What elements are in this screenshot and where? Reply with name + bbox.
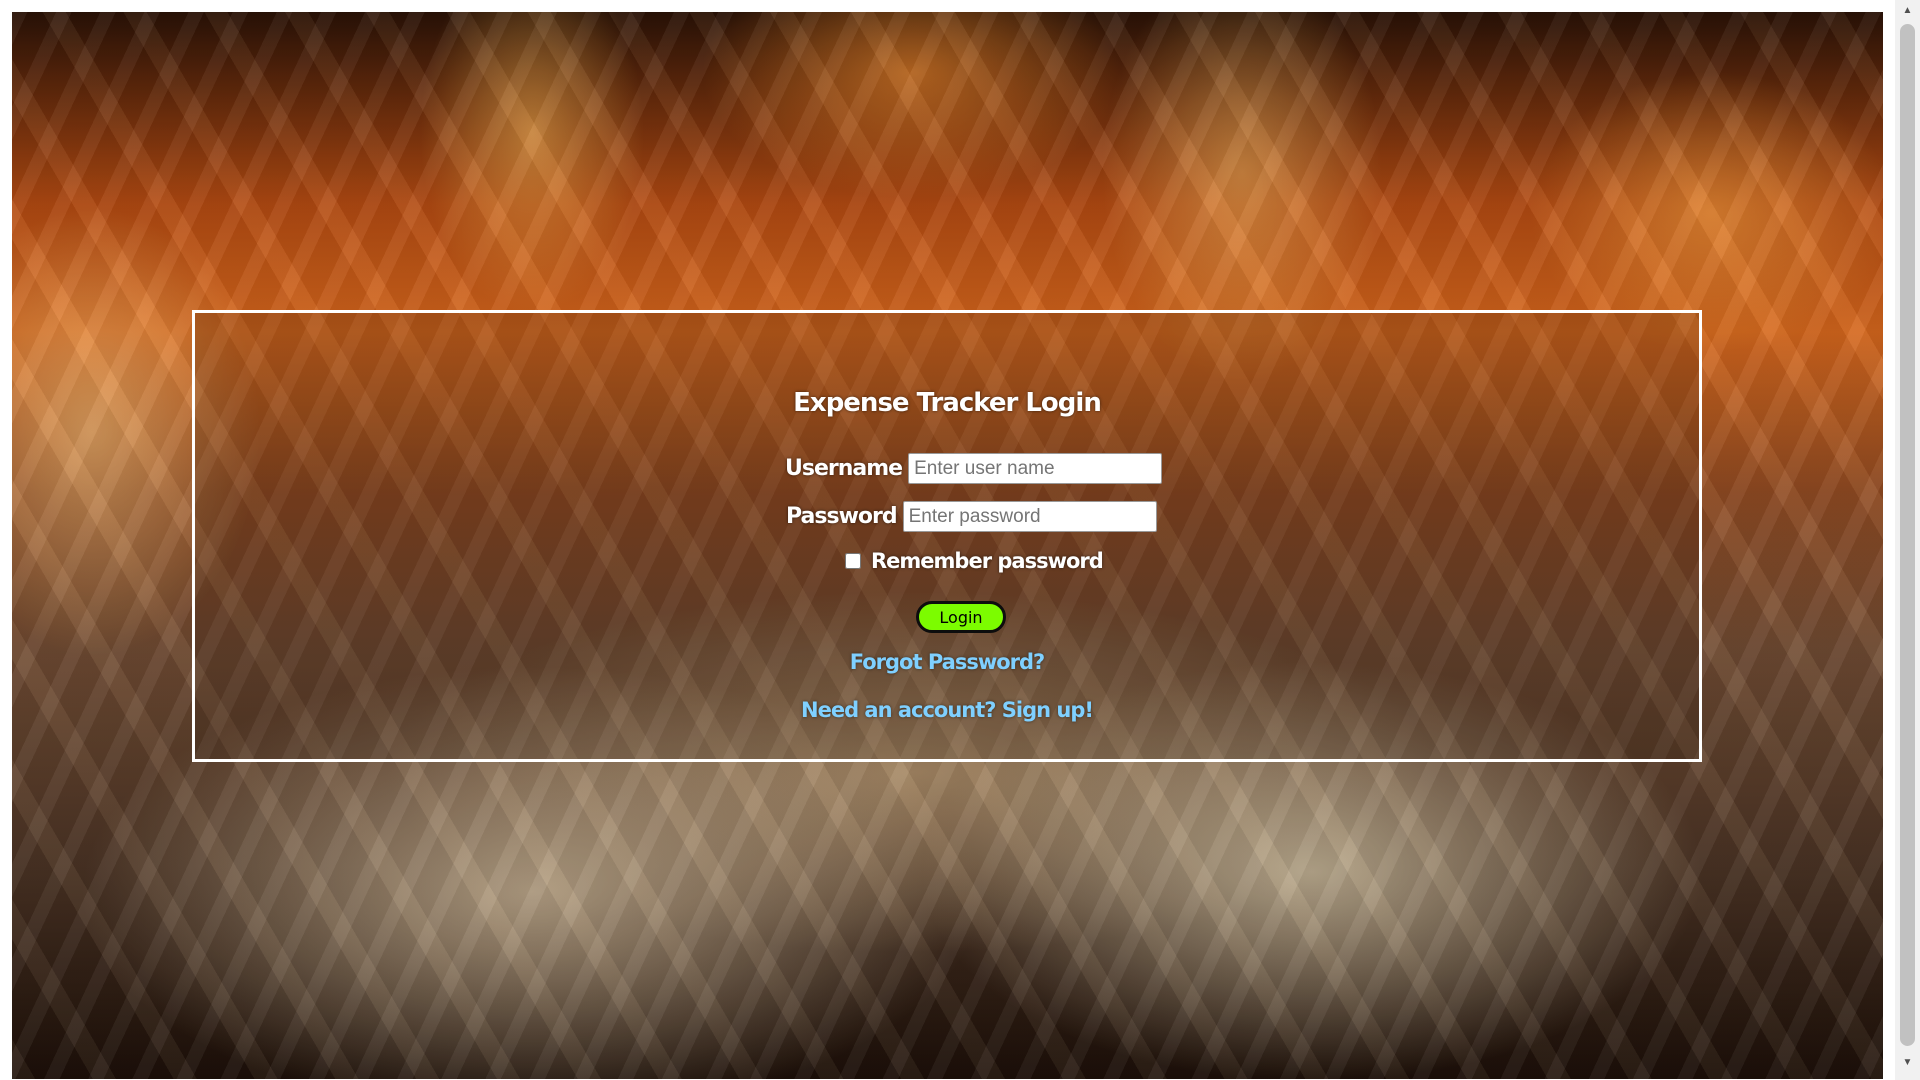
chevron-up-icon[interactable]: ▲: [1895, 0, 1920, 22]
password-label: Password: [786, 504, 898, 529]
remember-password-label: Remember password: [871, 549, 1104, 573]
username-row: Username: [785, 453, 1163, 484]
remember-password-checkbox[interactable]: [845, 553, 861, 569]
username-label: Username: [785, 456, 903, 481]
remember-row: Remember password: [845, 549, 1104, 573]
login-title: Expense Tracker Login: [793, 388, 1102, 418]
password-input[interactable]: [902, 501, 1157, 532]
login-panel: Expense Tracker Login Username Password …: [192, 310, 1702, 762]
background-image: Expense Tracker Login Username Password …: [12, 12, 1883, 1079]
forgot-password-link[interactable]: Forgot Password?: [195, 650, 1699, 674]
signup-link[interactable]: Need an account? Sign up!: [195, 698, 1699, 722]
login-button[interactable]: Login: [916, 601, 1006, 633]
scrollbar-thumb[interactable]: [1900, 24, 1915, 1046]
chevron-down-icon[interactable]: ▼: [1895, 1052, 1920, 1074]
username-input[interactable]: [908, 453, 1163, 484]
password-row: Password: [786, 501, 1157, 532]
vertical-scrollbar[interactable]: ▲ ▼: [1895, 0, 1920, 1080]
